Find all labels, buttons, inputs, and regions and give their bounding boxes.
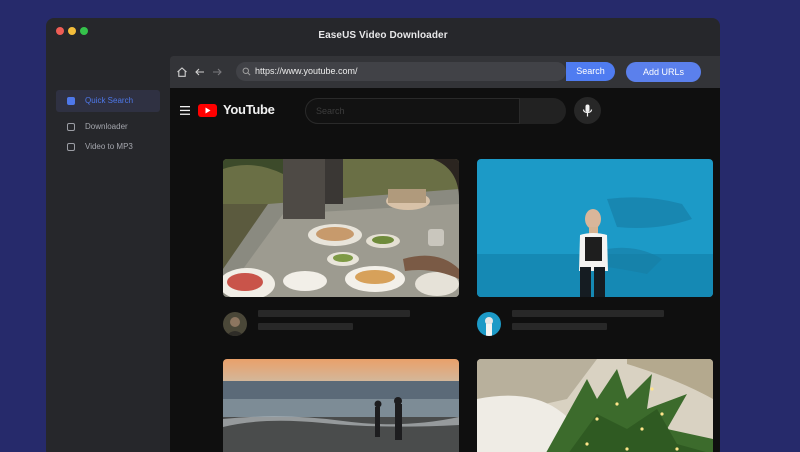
back-arrow-icon[interactable] [194,66,206,78]
microphone-icon [582,104,593,117]
video-title-placeholder [258,310,410,317]
channel-avatar-image [477,312,501,336]
youtube-logo-icon[interactable] [198,104,217,117]
channel-avatar[interactable] [223,312,247,336]
browser-toolbar: https://www.youtube.com/ Search Add URLs [170,56,720,88]
woman-blue-wall-image [477,159,713,297]
sidebar-item-label: Quick Search [85,96,134,105]
search-placeholder: Search [316,106,345,116]
sidebar-item-label: Video to MP3 [85,142,133,151]
picnic-food-image [223,159,459,297]
sidebar-item-video-to-mp3[interactable]: Video to MP3 [56,136,160,158]
search-icon [242,67,251,76]
video-thumbnail[interactable] [477,359,713,452]
video-to-mp3-icon [67,143,75,151]
video-thumbnail[interactable] [223,359,459,452]
sidebar-item-quick-search[interactable]: Quick Search [56,90,160,112]
play-icon [205,107,211,114]
christmas-tree-image [477,359,713,452]
hamburger-menu-icon[interactable] [180,106,190,115]
embedded-browser: https://www.youtube.com/ Search Add URLs… [170,56,720,452]
search-button[interactable]: Search [566,62,615,81]
youtube-search-button[interactable] [520,98,566,124]
add-urls-button[interactable]: Add URLs [626,62,701,82]
app-window: EaseUS Video Downloader Quick Search Dow… [46,18,720,452]
title-bar: EaseUS Video Downloader [46,18,720,56]
app-title: EaseUS Video Downloader [318,30,448,41]
video-thumbnail[interactable] [477,159,713,297]
voice-search-button[interactable] [574,97,601,124]
video-meta-placeholder [258,323,353,330]
forward-arrow-icon[interactable] [211,66,223,78]
channel-avatar[interactable] [477,312,501,336]
quick-search-icon [67,97,75,105]
beach-sunset-image [223,359,459,452]
downloader-icon [67,123,75,131]
video-meta-placeholder [512,323,607,330]
home-icon[interactable] [176,66,188,78]
channel-avatar-image [223,312,247,336]
youtube-brand[interactable]: YouTube [223,102,275,117]
video-title-placeholder [512,310,664,317]
url-input[interactable]: https://www.youtube.com/ [255,66,358,76]
url-bar[interactable]: https://www.youtube.com/ Search [236,62,615,81]
sidebar-item-downloader[interactable]: Downloader [56,116,160,138]
sidebar-item-label: Downloader [85,122,128,131]
video-thumbnail[interactable] [223,159,459,297]
youtube-search-input[interactable]: Search [305,98,520,124]
